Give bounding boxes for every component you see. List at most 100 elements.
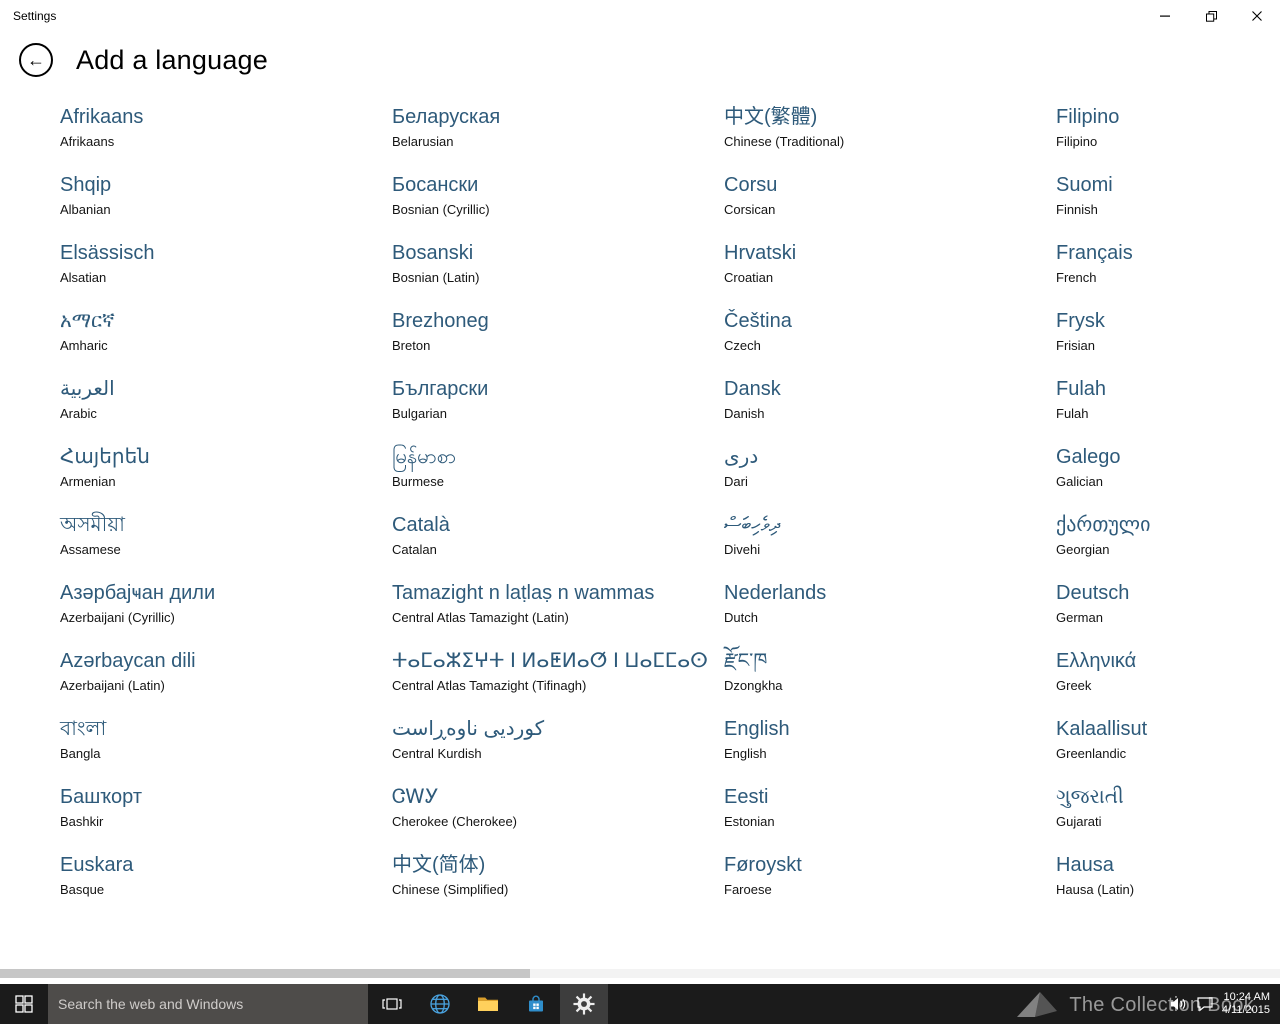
volume-button[interactable] (1170, 997, 1188, 1011)
language-english-name: Bulgarian (392, 406, 447, 421)
language-item[interactable]: অসমীয়া Assamese (60, 512, 392, 580)
browser-button[interactable] (416, 984, 464, 1024)
back-button[interactable]: ← (19, 43, 53, 77)
language-column: Беларуская Belarusian Босански Bosnian (Cyr… (392, 104, 724, 920)
language-item[interactable]: Hausa Hausa (Latin) (1056, 852, 1280, 920)
close-button[interactable] (1234, 1, 1280, 31)
language-english-name: Danish (724, 406, 765, 421)
language-item[interactable]: Азәрбајҹан дили Azerbaijani (Cyrillic) (60, 580, 392, 648)
language-native-name: Euskara (60, 854, 134, 876)
language-item[interactable]: ქართული Georgian (1056, 512, 1280, 580)
language-item[interactable]: Suomi Finnish (1056, 172, 1280, 240)
language-item[interactable]: العربية Arabic (60, 376, 392, 444)
minimize-button[interactable] (1142, 1, 1188, 31)
file-explorer-button[interactable] (464, 984, 512, 1024)
language-item[interactable]: Tamazight n laṭlaṣ n wammas Central Atlas… (392, 580, 724, 648)
store-button[interactable] (512, 984, 560, 1024)
language-native-name: ગુજરાતી (1056, 786, 1124, 808)
language-item[interactable]: Hrvatski Croatian (724, 240, 1056, 308)
language-native-name: Føroyskt (724, 854, 802, 876)
language-native-name: አማርኛ (60, 310, 115, 332)
language-native-name: Азәрбајҹан дили (60, 582, 216, 604)
taskbar-search[interactable] (48, 984, 368, 1024)
language-item[interactable]: ᏣᎳᎩ Cherokee (Cherokee) (392, 784, 724, 852)
search-input[interactable] (58, 996, 368, 1012)
language-english-name: Armenian (60, 474, 116, 489)
language-item[interactable]: አማርኛ Amharic (60, 308, 392, 376)
language-item[interactable]: Deutsch German (1056, 580, 1280, 648)
language-item[interactable]: বাংলা Bangla (60, 716, 392, 784)
language-native-name: Kalaallisut (1056, 718, 1148, 740)
language-item[interactable]: ⵜⴰⵎⴰⵣⵉⵖⵜ ⵏ ⵍⴰⵟⵍⴰⵚ ⵏ ⵡⴰⵎⵎⴰⵙ Central Atlas … (392, 648, 724, 716)
language-item[interactable]: ދިވެހިބަސް Divehi (724, 512, 1056, 580)
language-item[interactable]: རྫོང་ཁ Dzongkha (724, 648, 1056, 716)
start-button[interactable] (0, 984, 48, 1024)
taskbar-clock[interactable]: 10:24 AM 4/11/2015 (1222, 991, 1270, 1017)
language-english-name: Bashkir (60, 814, 104, 829)
language-column: Afrikaans Afrikaans Shqip Albanian Elsässisc… (60, 104, 392, 920)
language-native-name: Башҡорт (60, 786, 142, 808)
language-item[interactable]: Brezhoneg Breton (392, 308, 724, 376)
minimize-icon (1160, 15, 1170, 17)
language-native-name: العربية (60, 378, 115, 400)
language-native-name: Frysk (1056, 310, 1105, 332)
language-item[interactable]: Shqip Albanian (60, 172, 392, 240)
language-item[interactable]: Kalaallisut Greenlandic (1056, 716, 1280, 784)
language-english-name: Azerbaijani (Cyrillic) (60, 610, 175, 625)
settings-button[interactable] (560, 984, 608, 1024)
language-native-name: Français (1056, 242, 1133, 264)
language-item[interactable]: Հայերեն Armenian (60, 444, 392, 512)
language-item[interactable]: Čeština Czech (724, 308, 1056, 376)
language-item[interactable]: Bosanski Bosnian (Latin) (392, 240, 724, 308)
language-native-name: རྫོང་ཁ (724, 650, 768, 672)
language-item[interactable]: Filipino Filipino (1056, 104, 1280, 172)
clock-time: 10:24 AM (1223, 991, 1270, 1003)
language-item[interactable]: دری Dari (724, 444, 1056, 512)
language-item[interactable]: 中文(繁體) Chinese (Traditional) (724, 104, 1056, 172)
language-item[interactable]: Ελληνικά Greek (1056, 648, 1280, 716)
language-item[interactable]: Fulah Fulah (1056, 376, 1280, 444)
close-icon (1252, 11, 1262, 21)
language-english-name: Estonian (724, 814, 775, 829)
language-native-name: کوردیی ناوەڕاست (392, 718, 545, 740)
language-native-name: Corsu (724, 174, 778, 196)
language-item[interactable]: Français French (1056, 240, 1280, 308)
language-item[interactable]: Galego Galician (1056, 444, 1280, 512)
language-item[interactable]: Corsu Corsican (724, 172, 1056, 240)
task-view-button[interactable] (368, 984, 416, 1024)
language-english-name: Bangla (60, 746, 101, 761)
language-item[interactable]: کوردیی ناوەڕاست Central Kurdish (392, 716, 724, 784)
horizontal-scrollbar-thumb[interactable] (0, 969, 530, 978)
language-item[interactable]: Català Catalan (392, 512, 724, 580)
page-header: ← Add a language (0, 32, 1280, 88)
language-item[interactable]: Eesti Estonian (724, 784, 1056, 852)
language-native-name: ދިވެހިބަސް (724, 514, 780, 536)
action-center-button[interactable] (1197, 996, 1213, 1012)
language-native-name: বাংলা (60, 718, 107, 740)
restore-button[interactable] (1188, 1, 1234, 31)
language-item[interactable]: Elsässisch Alsatian (60, 240, 392, 308)
language-native-name: دری (724, 446, 759, 468)
language-item[interactable]: Frysk Frisian (1056, 308, 1280, 376)
language-item[interactable]: Башҡорт Bashkir (60, 784, 392, 852)
language-item[interactable]: English English (724, 716, 1056, 784)
language-item[interactable]: Dansk Danish (724, 376, 1056, 444)
language-item[interactable]: Føroyskt Faroese (724, 852, 1056, 920)
language-item[interactable]: Azərbaycan dili Azerbaijani (Latin) (60, 648, 392, 716)
language-item[interactable]: ગુજરાતી Gujarati (1056, 784, 1280, 852)
language-english-name: Cherokee (Cherokee) (392, 814, 518, 829)
language-item[interactable]: 中文(简体) Chinese (Simplified) (392, 852, 724, 920)
store-bag-icon (529, 995, 543, 1012)
language-item[interactable]: Afrikaans Afrikaans (60, 104, 392, 172)
language-item[interactable]: Nederlands Dutch (724, 580, 1056, 648)
language-native-name: Azərbaycan dili (60, 650, 196, 672)
taskbar: 10:24 AM 4/11/2015 (0, 984, 1280, 1024)
horizontal-scrollbar-track[interactable] (0, 969, 1280, 978)
language-item[interactable]: Беларуская Belarusian (392, 104, 724, 172)
language-item[interactable]: မြန်မာစာ Burmese (392, 444, 724, 512)
language-item[interactable]: Български Bulgarian (392, 376, 724, 444)
language-item[interactable]: Euskara Basque (60, 852, 392, 920)
language-native-name: ⵜⴰⵎⴰⵣⵉⵖⵜ ⵏ ⵍⴰⵟⵍⴰⵚ ⵏ ⵡⴰⵎⵎⴰⵙ (392, 650, 708, 672)
language-english-name: Dutch (724, 610, 758, 625)
language-item[interactable]: Босански Bosnian (Cyrillic) (392, 172, 724, 240)
